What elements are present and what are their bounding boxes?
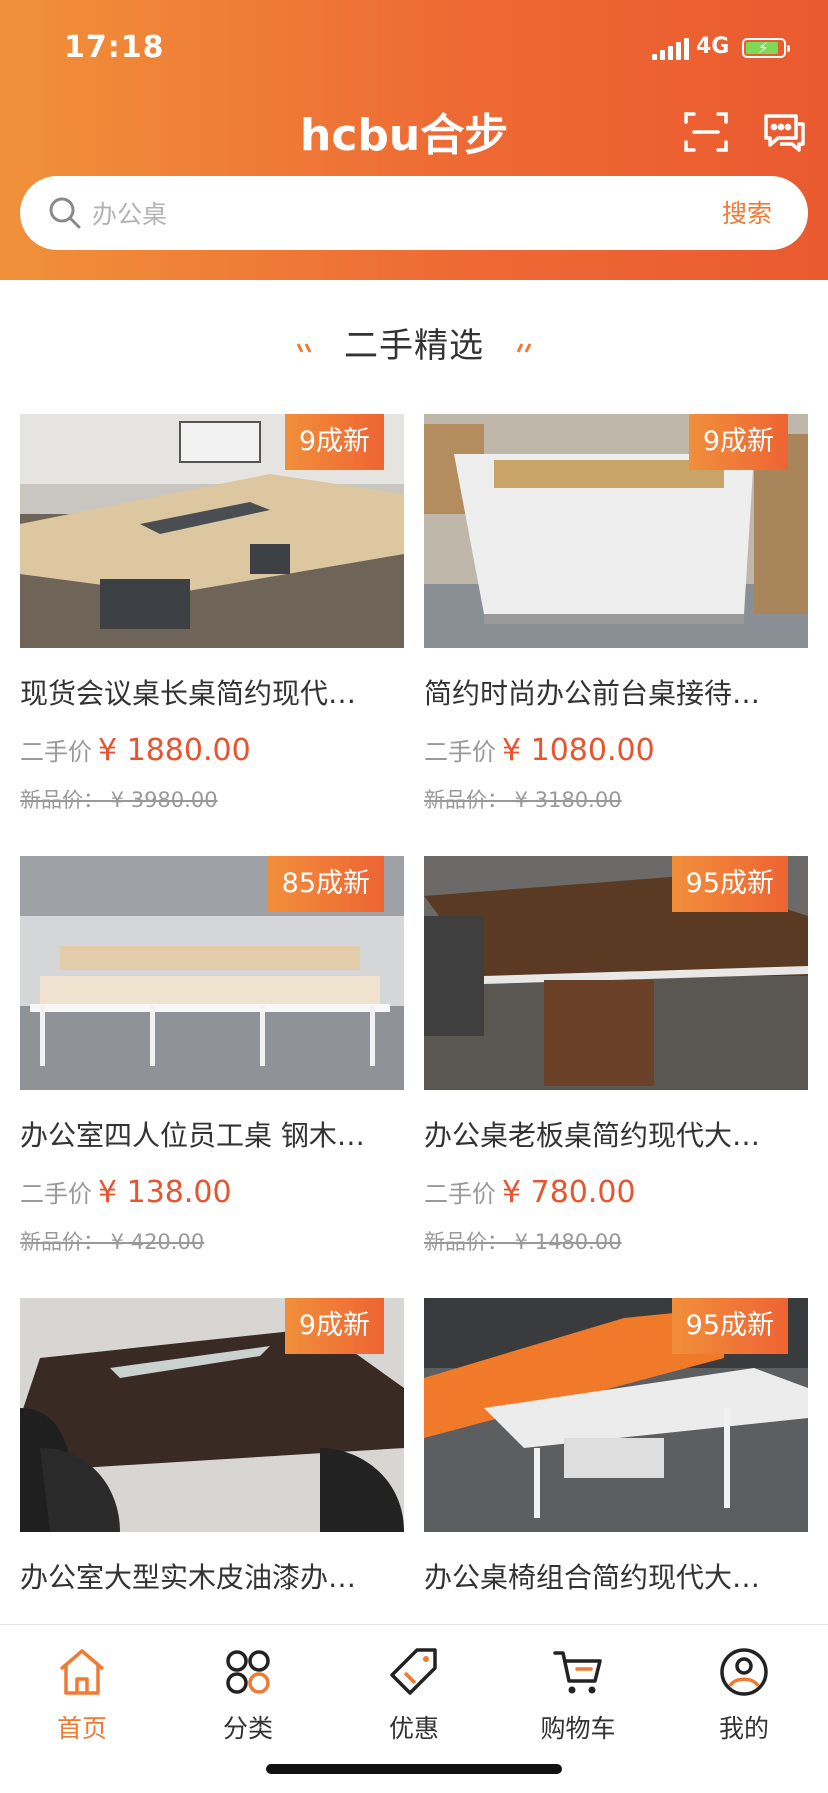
tab-mine[interactable]: 我的 [684,1645,804,1745]
price-value: ¥ 1080.00 [502,733,655,768]
price-value: ¥ 780.00 [502,1175,636,1210]
section-title-text: 二手精选 [344,326,484,366]
product-card[interactable]: 95成新 办公桌老板桌简约现代大… 二手价 ¥ 780.00 新品价： ¥ 148… [424,856,808,1276]
price-row: 二手价 ¥ 1880.00 [20,732,251,768]
product-card[interactable]: 9成新 简约时尚办公前台桌接待… 二手价 ¥ 1080.00 新品价： ¥ 318… [424,414,808,834]
product-title: 办公桌椅组合简约现代大… [424,1561,761,1594]
price-row: 二手价 ¥ 138.00 [20,1174,232,1210]
product-title: 办公桌老板桌简约现代大… [424,1119,761,1152]
network-label: 4G [696,34,730,59]
tab-label: 购物车 [540,1714,616,1743]
price-label: 二手价 [20,1180,92,1208]
header: 17:18 4G ⚡ hcbu合步 搜索 [0,0,828,280]
section-title: 二手精选 [0,318,828,367]
original-price: 新品价： ¥ 3180.00 [424,788,622,812]
product-title: 办公室四人位员工桌 钢木… [20,1119,365,1152]
tab-discount[interactable]: 优惠 [354,1645,474,1745]
product-card[interactable]: 9成新 现货会议桌长桌简约现代… 二手价 ¥ 1880.00 新品价： ¥ 398… [20,414,404,834]
condition-badge: 9成新 [284,1298,384,1354]
title-deco-left-icon [296,342,312,353]
logo-text: hcbu合步 [300,110,508,161]
coupon-tag-icon [390,1648,437,1695]
original-price: 新品价： ¥ 1480.00 [424,1230,622,1254]
home-indicator[interactable] [266,1764,562,1774]
message-icon[interactable] [760,108,808,156]
price-row: 二手价 ¥ 780.00 [424,1174,636,1210]
tab-label: 我的 [718,1714,769,1743]
product-title: 现货会议桌长桌简约现代… [20,677,357,710]
price-label: 二手价 [424,738,496,766]
search-icon [49,197,81,229]
price-value: ¥ 1880.00 [98,733,251,768]
signal-icon [652,38,689,60]
price-value: ¥ 138.00 [98,1175,232,1210]
tab-label: 首页 [56,1714,107,1743]
tab-label: 优惠 [388,1714,439,1743]
search-input[interactable] [90,190,714,238]
tab-label: 分类 [222,1714,273,1743]
condition-badge: 85成新 [267,856,384,912]
condition-badge: 9成新 [284,414,384,470]
price-label: 二手价 [424,1180,496,1208]
condition-badge: 95成新 [671,1298,788,1354]
scan-icon[interactable] [682,108,730,156]
tab-cart[interactable]: 购物车 [518,1645,638,1745]
price-row: 二手价 ¥ 1080.00 [424,732,655,768]
title-deco-right-icon [516,342,532,353]
tab-category[interactable]: 分类 [188,1645,308,1745]
condition-badge: 9成新 [688,414,788,470]
product-card[interactable]: 85成新 办公室四人位员工桌 钢木… 二手价 ¥ 138.00 新品价： ¥ 42… [20,856,404,1276]
battery-icon: ⚡ [742,38,790,58]
brand-logo: hcbu合步 [300,110,508,161]
status-time: 17:18 [64,30,165,65]
search-bar: 搜索 [20,176,808,250]
status-bar: 17:18 4G ⚡ [0,28,828,72]
category-icon [226,1650,270,1694]
product-title: 简约时尚办公前台桌接待… [424,677,761,710]
condition-badge: 95成新 [671,856,788,912]
product-title: 办公室大型实木皮油漆办… [20,1561,357,1594]
cart-icon [553,1651,602,1694]
search-button[interactable]: 搜索 [722,194,772,230]
price-label: 二手价 [20,738,92,766]
original-price: 新品价： ¥ 420.00 [20,1230,205,1254]
home-icon [59,1649,105,1695]
original-price: 新品价： ¥ 3980.00 [20,788,218,812]
tab-home[interactable]: 首页 [22,1645,142,1745]
user-icon [720,1648,768,1696]
